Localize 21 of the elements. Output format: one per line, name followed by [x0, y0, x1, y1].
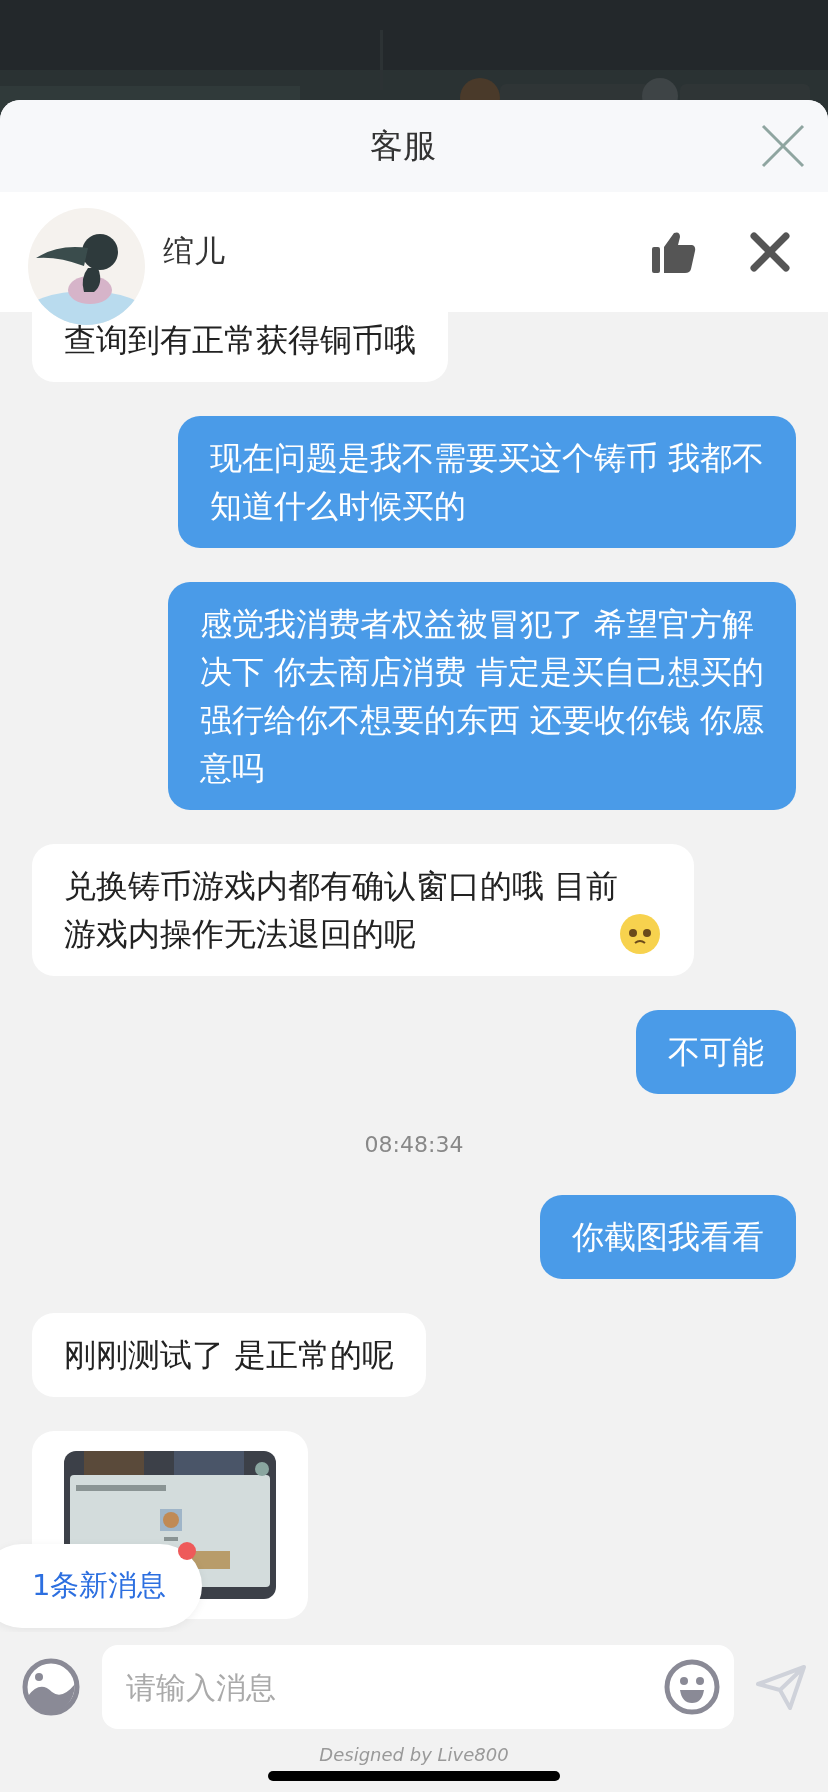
message-bubble: 你截图我看看 [540, 1195, 796, 1279]
send-icon [756, 1664, 806, 1710]
close-icon [761, 124, 805, 168]
image-icon [22, 1658, 80, 1716]
message-input[interactable]: 请输入消息 [124, 1668, 664, 1706]
footer-text: Designed by Live800 [319, 1744, 509, 1765]
agent-name: 绾儿 [163, 232, 226, 271]
message-bubble: 感觉我消费者权益被冒犯了 希望官方解 决下 你去商店消费 肯定是买自己想买的 强行给你不想要的东西 还要收你钱 你愿 意吗 [167, 582, 796, 810]
message-bubble: 现在问题是我不需要买这个铸币 我都不 知道什么时候买的 [177, 416, 796, 548]
message-field[interactable]: 请输入消息 [102, 1645, 734, 1729]
close-button[interactable] [750, 232, 790, 272]
message-bubble: 刚刚测试了 是正常的呢 [32, 1313, 427, 1397]
new-messages-button[interactable]: 1条新消息 [0, 1544, 203, 1628]
image-button[interactable] [22, 1658, 80, 1716]
window-title: 客服 [370, 124, 436, 167]
close-icon [750, 232, 790, 272]
timestamp: 08:48:34 [364, 1131, 464, 1159]
message-bubble: 查询到有正常获得铜币哦 [32, 312, 448, 382]
message-bubble: 不可能 [636, 1010, 796, 1094]
emoji-icon[interactable] [664, 1659, 720, 1715]
message-text: 兑换铸币游戏内都有确认窗口的哦 目前 游戏内操作无法退回的呢 [64, 866, 619, 955]
